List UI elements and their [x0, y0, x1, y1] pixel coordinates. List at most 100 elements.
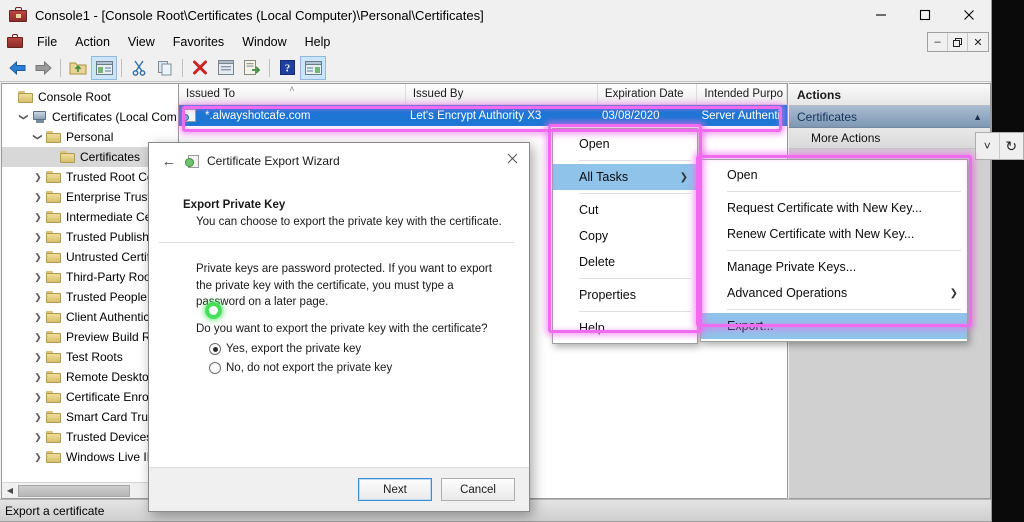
maximize-button[interactable] [903, 0, 947, 30]
sort-ascending-icon: ˄ [289, 84, 295, 94]
chevron-right-icon[interactable]: ❯ [30, 227, 46, 247]
delete-icon[interactable] [187, 56, 213, 80]
column-header[interactable]: Issued To ˄ [179, 84, 406, 104]
chevron-right-icon[interactable]: ❯ [30, 247, 46, 267]
back-arrow-icon[interactable]: ← [159, 151, 179, 171]
submenu-item[interactable]: Renew Certificate with New Key... [701, 221, 967, 247]
cancel-button[interactable]: Cancel [441, 478, 515, 501]
context-menu-item[interactable]: Open [553, 131, 697, 157]
radio-export-private-key-yes[interactable]: Yes, export the private key [209, 343, 505, 356]
submenu-item[interactable]: Manage Private Keys... [701, 254, 967, 280]
chevron-right-icon[interactable]: ❯ [30, 167, 46, 187]
context-menu-item[interactable]: Properties [553, 282, 697, 308]
menu-help[interactable]: Help [296, 32, 340, 52]
back-icon[interactable] [4, 56, 30, 80]
chevron-down-icon[interactable]: ˅ [976, 133, 1000, 159]
column-header[interactable]: Issued By [406, 84, 598, 104]
context-menu-item[interactable]: Delete [553, 249, 697, 275]
submenu-item-label: Open [727, 168, 758, 182]
chevron-right-icon[interactable]: ❯ [30, 347, 46, 367]
menu-favorites[interactable]: Favorites [164, 32, 233, 52]
actions-pane-title: Actions [789, 84, 990, 106]
desktop-background [992, 0, 1024, 522]
mdi-close-button[interactable]: ✕ [968, 33, 988, 51]
chevron-right-icon[interactable]: ❯ [30, 427, 46, 447]
console-small-icon [6, 34, 24, 50]
next-button[interactable]: Next [358, 478, 432, 501]
submenu-item-label: Request Certificate with New Key... [727, 201, 922, 215]
menu-file[interactable]: File [28, 32, 66, 52]
radio-no-label: No, do not export the private key [226, 362, 393, 375]
context-menu-item[interactable]: Copy [553, 223, 697, 249]
tree-item[interactable]: ❯ Certificates (Local Compu [2, 107, 178, 127]
more-actions-label: More Actions [811, 131, 881, 145]
chevron-down-icon[interactable]: ❯ [14, 109, 34, 125]
mdi-minimize-button[interactable]: – [928, 33, 948, 51]
context-menu-item[interactable]: Cut [553, 197, 697, 223]
chevron-down-icon[interactable]: ❯ [28, 129, 48, 145]
export-icon[interactable] [239, 56, 265, 80]
context-menu-item[interactable]: All Tasks ❯ [553, 164, 697, 190]
folder-icon [46, 210, 62, 224]
chevron-right-icon[interactable]: ❯ [30, 387, 46, 407]
chevron-right-icon[interactable]: ❯ [30, 267, 46, 287]
submenu-item[interactable]: Advanced Operations ❯ [701, 280, 967, 306]
chevron-up-icon[interactable]: ▲ [973, 112, 982, 122]
copy-icon[interactable] [152, 56, 178, 80]
forward-icon[interactable] [30, 56, 56, 80]
mdi-restore-button[interactable] [948, 33, 968, 51]
tree-item[interactable]: Console Root [2, 87, 178, 107]
menu-action[interactable]: Action [66, 32, 119, 52]
scroll-left-icon[interactable]: ◀ [2, 483, 18, 499]
menu-separator [579, 160, 691, 161]
radio-export-private-key-no[interactable]: No, do not export the private key [209, 362, 505, 375]
column-header[interactable]: Intended Purpo [697, 84, 787, 104]
context-menu-item-label: Delete [579, 255, 616, 269]
radio-selected-icon[interactable] [209, 343, 221, 356]
actions-section-certificates[interactable]: Certificates ▲ [789, 106, 990, 128]
help-icon[interactable]: ? [274, 56, 300, 80]
close-button[interactable] [947, 0, 991, 30]
cut-icon[interactable] [126, 56, 152, 80]
table-row[interactable]: *.alwayshotcafe.com Let's Encrypt Authori… [179, 105, 787, 126]
refresh-icon[interactable]: ↻ [1000, 133, 1023, 159]
column-header-label: Expiration Date [604, 88, 684, 100]
context-menu-item-label: Help [579, 321, 605, 335]
chevron-right-icon[interactable]: ❯ [30, 287, 46, 307]
submenu-item[interactable]: Export... [701, 313, 967, 339]
certificate-export-wizard-dialog: ← Certificate Export Wizard Export Priva… [148, 142, 530, 512]
properties-icon[interactable] [213, 56, 239, 80]
folder-icon [46, 370, 62, 384]
column-header[interactable]: Expiration Date [598, 84, 698, 104]
actions-more-actions[interactable]: More Actions ▶ [789, 128, 990, 149]
menu-separator [727, 250, 961, 251]
submenu-item[interactable]: Open [701, 162, 967, 188]
up-folder-icon[interactable] [65, 56, 91, 80]
chevron-right-icon[interactable]: ❯ [30, 327, 46, 347]
context-menu-item-label: Cut [579, 203, 599, 217]
show-pane-icon[interactable] [300, 55, 326, 80]
menu-view[interactable]: View [119, 32, 164, 52]
chevron-right-icon[interactable]: ❯ [30, 207, 46, 227]
wizard-question: Do you want to export the private key wi… [196, 323, 488, 336]
folder-icon [60, 150, 76, 164]
chevron-right-icon[interactable]: ❯ [30, 407, 46, 427]
chevron-right-icon[interactable]: ❯ [30, 307, 46, 327]
folder-icon [46, 390, 62, 404]
context-menu-item-label: Properties [579, 288, 636, 302]
all-tasks-submenu[interactable]: Open Request Certificate with New Key... R… [700, 159, 968, 342]
context-menu-item[interactable]: Help [553, 315, 697, 341]
chevron-right-icon[interactable]: ❯ [30, 447, 46, 467]
radio-unselected-icon[interactable] [209, 362, 221, 375]
submenu-item[interactable]: Request Certificate with New Key... [701, 195, 967, 221]
chevron-right-icon[interactable]: ❯ [30, 187, 46, 207]
menu-window[interactable]: Window [233, 32, 295, 52]
wizard-close-icon[interactable] [495, 143, 529, 173]
context-menu[interactable]: Open All Tasks ❯ Cut Copy Delete Properties Hel… [552, 128, 698, 344]
show-tree-icon[interactable] [91, 55, 117, 80]
minimize-button[interactable] [859, 0, 903, 30]
chevron-right-icon[interactable]: ❯ [30, 367, 46, 387]
scrollbar-thumb[interactable] [18, 484, 130, 497]
cell-issued-to: *.alwayshotcafe.com [205, 109, 311, 122]
